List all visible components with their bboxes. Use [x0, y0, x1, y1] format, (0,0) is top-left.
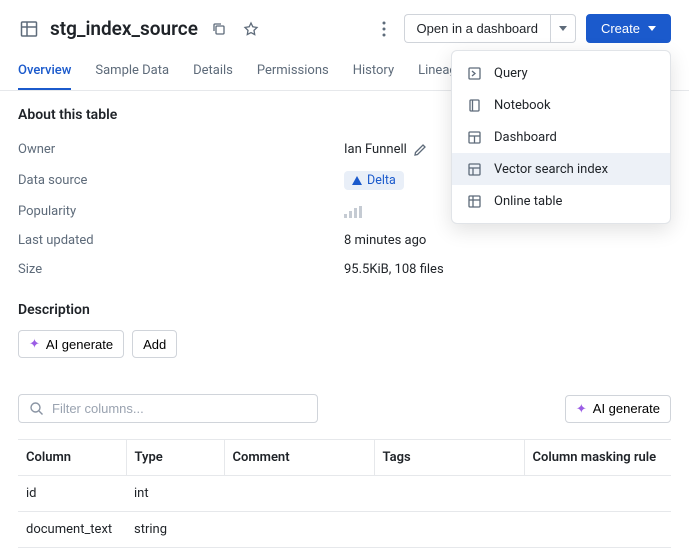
kebab-menu-icon[interactable]	[374, 21, 394, 37]
sparkle-icon: ✦	[576, 401, 587, 417]
dropdown-label: Vector search index	[494, 162, 608, 177]
description-title: Description	[18, 302, 671, 318]
about-label: Owner	[18, 142, 344, 157]
dropdown-item-dashboard[interactable]: Dashboard	[452, 121, 670, 153]
filter-columns-box[interactable]	[18, 394, 318, 423]
create-button[interactable]: Create	[586, 14, 671, 43]
table-row[interactable]: document_text string	[18, 512, 671, 548]
dropdown-label: Notebook	[494, 98, 551, 113]
header-comment[interactable]: Comment	[224, 440, 374, 476]
header-masking[interactable]: Column masking rule	[524, 440, 671, 476]
cell-comment	[224, 512, 374, 548]
header-type[interactable]: Type	[126, 440, 224, 476]
cell-comment	[224, 476, 374, 512]
cell-type: string	[126, 512, 224, 548]
about-label: Last updated	[18, 233, 344, 248]
dropdown-label: Dashboard	[494, 130, 557, 145]
cell-type: int	[126, 476, 224, 512]
popularity-bars-icon	[344, 206, 362, 218]
online-table-icon	[466, 193, 482, 209]
cell-tags	[374, 476, 524, 512]
create-dropdown: Query Notebook Dashboard Vector search i…	[451, 50, 671, 224]
table-row[interactable]: id int	[18, 476, 671, 512]
about-label: Data source	[18, 173, 344, 188]
table-icon	[18, 18, 40, 40]
chevron-down-icon	[648, 26, 656, 31]
create-button-label: Create	[601, 21, 640, 36]
table-header-row: Column Type Comment Tags Column masking …	[18, 440, 671, 476]
vector-search-icon	[466, 161, 482, 177]
cell-column: document_text	[18, 512, 126, 548]
edit-pencil-icon[interactable]	[413, 143, 427, 157]
size-value: 95.5KiB, 108 files	[344, 262, 444, 277]
sparkle-icon: ✦	[29, 336, 40, 352]
about-row-size: Size 95.5KiB, 108 files	[18, 255, 671, 284]
header-tags[interactable]: Tags	[374, 440, 524, 476]
add-description-button[interactable]: Add	[132, 330, 177, 358]
dropdown-item-query[interactable]: Query	[452, 57, 670, 89]
dropdown-item-online-table[interactable]: Online table	[452, 185, 670, 217]
tab-details[interactable]: Details	[193, 55, 233, 90]
chevron-down-icon	[559, 26, 567, 31]
star-icon[interactable]	[240, 18, 262, 40]
columns-toolbar: ✦ AI generate	[18, 394, 671, 423]
notebook-icon	[466, 97, 482, 113]
cell-tags	[374, 512, 524, 548]
tab-permissions[interactable]: Permissions	[257, 55, 329, 90]
about-label: Popularity	[18, 204, 344, 219]
copy-icon[interactable]	[208, 18, 230, 40]
tab-overview[interactable]: Overview	[18, 55, 71, 90]
search-icon	[29, 401, 44, 416]
about-row-last-updated: Last updated 8 minutes ago	[18, 226, 671, 255]
tab-history[interactable]: History	[353, 55, 394, 90]
description-section: Description ✦ AI generate Add	[18, 302, 671, 358]
open-dashboard-button[interactable]: Open in a dashboard	[404, 14, 550, 43]
cell-masking	[524, 476, 671, 512]
dropdown-item-vector-search[interactable]: Vector search index	[452, 153, 670, 185]
query-icon	[466, 65, 482, 81]
dropdown-label: Online table	[494, 194, 562, 209]
delta-icon	[352, 176, 362, 185]
filter-columns-input[interactable]	[52, 401, 307, 416]
owner-value: Ian Funnell	[344, 142, 407, 157]
delta-badge: Delta	[344, 171, 404, 190]
cell-masking	[524, 512, 671, 548]
about-label: Size	[18, 262, 344, 277]
page-header: stg_index_source Open in a dashboard Cre…	[0, 0, 689, 55]
open-dashboard-caret[interactable]	[550, 14, 576, 43]
ai-generate-label: AI generate	[593, 401, 660, 416]
open-dashboard-group: Open in a dashboard	[404, 14, 576, 43]
header-column[interactable]: Column	[18, 440, 126, 476]
page-title: stg_index_source	[50, 17, 198, 40]
ai-generate-description-button[interactable]: ✦ AI generate	[18, 330, 124, 358]
tab-sample-data[interactable]: Sample Data	[95, 55, 169, 90]
ai-generate-columns-button[interactable]: ✦ AI generate	[565, 395, 671, 423]
cell-column: id	[18, 476, 126, 512]
dropdown-label: Query	[494, 66, 528, 81]
dropdown-item-notebook[interactable]: Notebook	[452, 89, 670, 121]
delta-label: Delta	[367, 173, 396, 188]
ai-generate-label: AI generate	[46, 337, 113, 352]
last-updated-value: 8 minutes ago	[344, 233, 426, 248]
dashboard-icon	[466, 129, 482, 145]
